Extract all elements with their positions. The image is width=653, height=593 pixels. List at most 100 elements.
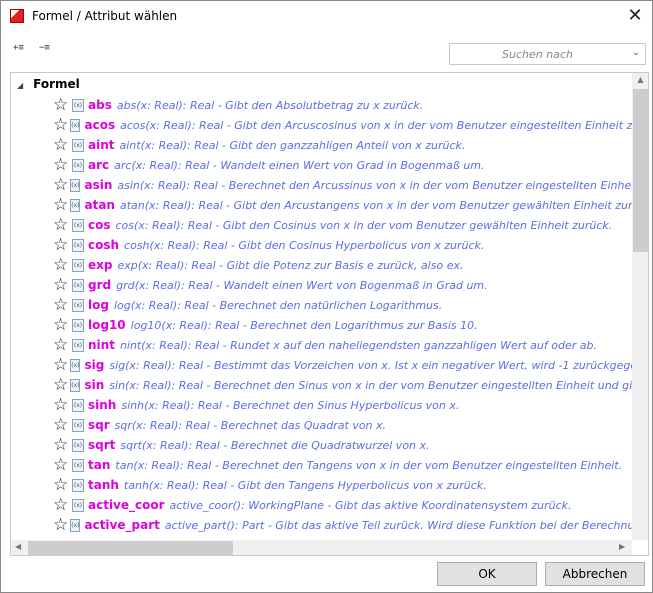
function-name: exp [88, 258, 113, 272]
tree-item[interactable]: ☆ (x) active_coor active_coor(): WorkingPla… [53, 495, 633, 515]
tree-item[interactable]: ☆ (x) active_part active_part(): Part - Gib… [53, 515, 633, 535]
function-icon: (x) [72, 98, 84, 112]
function-description: grd(x: Real): Real - Wandelt einen Wert … [116, 278, 488, 292]
function-icon: (x) [70, 358, 81, 372]
favorite-star-icon[interactable]: ☆ [53, 456, 70, 474]
tree-item[interactable]: ☆ (x) sqrt sqrt(x: Real): Real - Berechnet … [53, 435, 633, 455]
tree-item[interactable]: ☆ (x) exp exp(x: Real): Real - Gibt die Pot… [53, 255, 633, 275]
favorite-star-icon[interactable]: ☆ [53, 316, 70, 334]
function-description: acos(x: Real): Real - Gibt den Arcuscosi… [120, 118, 633, 132]
function-description: cos(x: Real): Real - Gibt den Cosinus vo… [115, 218, 613, 232]
favorite-star-icon[interactable]: ☆ [53, 416, 70, 434]
ok-button[interactable]: OK [437, 562, 537, 586]
function-icon: (x) [72, 238, 84, 252]
close-button[interactable]: ✕ [621, 4, 649, 28]
tree-item[interactable]: ☆ (x) grd grd(x: Real): Real - Wandelt eine… [53, 275, 633, 295]
favorite-star-icon[interactable]: ☆ [53, 96, 70, 114]
function-name: atan [84, 198, 115, 212]
tree-item[interactable]: ☆ (x) tan tan(x: Real): Real - Berechnet de… [53, 455, 633, 475]
favorite-star-icon[interactable]: ☆ [53, 396, 70, 414]
title-bar: Formel / Attribut wählen ✕ [1, 1, 653, 32]
favorite-star-icon[interactable]: ☆ [53, 296, 70, 314]
horizontal-scrollbar[interactable]: ◀ ▶ [11, 540, 632, 555]
function-name: tan [88, 458, 111, 472]
scrollbar-thumb[interactable] [633, 89, 648, 252]
favorite-star-icon[interactable]: ☆ [53, 476, 70, 494]
function-description: nint(x: Real): Real - Rundet x auf den n… [119, 338, 597, 352]
tree-item[interactable]: ☆ (x) sinh sinh(x: Real): Real - Berechnet … [53, 395, 633, 415]
function-icon: (x) [72, 138, 84, 152]
tree-item[interactable]: ☆ (x) cos cos(x: Real): Real - Gibt den Cos… [53, 215, 633, 235]
tree-item[interactable]: ☆ (x) arc arc(x: Real): Real - Wandelt eine… [53, 155, 633, 175]
favorite-star-icon[interactable]: ☆ [53, 376, 68, 394]
tree-item[interactable]: ☆ (x) tanh tanh(x: Real): Real - Gibt den T… [53, 475, 633, 495]
function-icon: (x) [70, 118, 81, 132]
favorite-star-icon[interactable]: ☆ [53, 276, 70, 294]
function-icon: (x) [72, 218, 84, 232]
function-name: grd [88, 278, 112, 292]
tree-item[interactable]: ☆ (x) acos acos(x: Real): Real - Gibt den A… [53, 115, 633, 135]
favorite-star-icon[interactable]: ☆ [53, 496, 70, 514]
tree-root-label: Formel [33, 77, 80, 91]
scroll-left-icon[interactable]: ◀ [15, 542, 21, 551]
tree-item[interactable]: ☆ (x) abs abs(x: Real): Real - Gibt den Abs… [53, 95, 633, 115]
tree-item[interactable]: ☆ (x) aint aint(x: Real): Real - Gibt den g… [53, 135, 633, 155]
function-description: sqr(x: Real): Real - Berechnet das Quadr… [114, 418, 387, 432]
window-title: Formel / Attribut wählen [32, 9, 178, 23]
function-name: active_part [84, 518, 160, 532]
scroll-right-icon[interactable]: ▶ [619, 542, 625, 551]
collapse-all-icon[interactable]: −≡ [39, 44, 57, 62]
tree-item[interactable]: ☆ (x) atan atan(x: Real): Real - Gibt den A… [53, 195, 633, 215]
favorite-star-icon[interactable]: ☆ [53, 516, 68, 534]
tree-item[interactable]: ☆ (x) sqr sqr(x: Real): Real - Berechnet da… [53, 415, 633, 435]
scrollbar-thumb[interactable] [28, 541, 233, 555]
function-description: active_part(): Part - Gibt das aktive Te… [164, 518, 633, 532]
function-description: sig(x: Real): Real - Bestimmt das Vorzei… [109, 358, 633, 372]
tree-root[interactable]: ◢ Formel [17, 77, 80, 91]
function-name: tanh [88, 478, 119, 492]
favorite-star-icon[interactable]: ☆ [53, 136, 70, 154]
function-name: cos [88, 218, 111, 232]
favorite-star-icon[interactable]: ☆ [53, 176, 68, 194]
function-name: log10 [88, 318, 126, 332]
favorite-star-icon[interactable]: ☆ [53, 336, 70, 354]
search-input[interactable]: Suchen nach ⌄ [449, 43, 646, 65]
favorite-star-icon[interactable]: ☆ [53, 256, 70, 274]
favorite-star-icon[interactable]: ☆ [53, 116, 68, 134]
function-icon: (x) [72, 458, 84, 472]
tree-item[interactable]: ☆ (x) sin sin(x: Real): Real - Berechnet de… [53, 375, 633, 395]
favorite-star-icon[interactable]: ☆ [53, 236, 70, 254]
cancel-button[interactable]: Abbrechen [545, 562, 645, 586]
function-icon: (x) [72, 318, 84, 332]
function-name: aint [88, 138, 115, 152]
function-name: acos [84, 118, 116, 132]
function-icon: (x) [72, 398, 84, 412]
tree-item[interactable]: ☆ (x) nint nint(x: Real): Real - Rundet x a… [53, 335, 633, 355]
tree-item[interactable]: ☆ (x) log10 log10(x: Real): Real - Berechne… [53, 315, 633, 335]
function-description: asin(x: Real): Real - Berechnet den Arcu… [117, 178, 633, 192]
favorite-star-icon[interactable]: ☆ [53, 436, 70, 454]
chevron-down-icon[interactable]: ⌄ [632, 47, 640, 58]
favorite-star-icon[interactable]: ☆ [53, 156, 70, 174]
vertical-scrollbar[interactable]: ▲ [632, 73, 648, 540]
function-description: arc(x: Real): Real - Wandelt einen Wert … [114, 158, 485, 172]
scroll-up-icon[interactable]: ▲ [632, 75, 648, 84]
function-description: aint(x: Real): Real - Gibt den ganzzahli… [119, 138, 466, 152]
function-description: active_coor(): WorkingPlane - Gibt das a… [169, 498, 572, 512]
favorite-star-icon[interactable]: ☆ [53, 196, 68, 214]
function-icon: (x) [72, 258, 84, 272]
function-description: log(x: Real): Real - Berechnet den natür… [113, 298, 443, 312]
function-icon: (x) [72, 278, 84, 292]
function-icon: (x) [70, 378, 81, 392]
function-icon: (x) [72, 478, 84, 492]
tree-item[interactable]: ☆ (x) log log(x: Real): Real - Berechnet de… [53, 295, 633, 315]
tree-item[interactable]: ☆ (x) sig sig(x: Real): Real - Bestimmt das… [53, 355, 633, 375]
collapse-triangle-icon[interactable]: ◢ [17, 81, 23, 90]
expand-all-icon[interactable]: +≡ [13, 44, 31, 62]
function-name: cosh [88, 238, 120, 252]
formula-tree[interactable]: ◢ Formel ☆ (x) abs abs(x: Real): Real - Gibt… [10, 72, 649, 556]
tree-item[interactable]: ☆ (x) asin asin(x: Real): Real - Berechnet … [53, 175, 633, 195]
favorite-star-icon[interactable]: ☆ [53, 216, 70, 234]
tree-item[interactable]: ☆ (x) cosh cosh(x: Real): Real - Gibt den C… [53, 235, 633, 255]
favorite-star-icon[interactable]: ☆ [53, 356, 68, 374]
